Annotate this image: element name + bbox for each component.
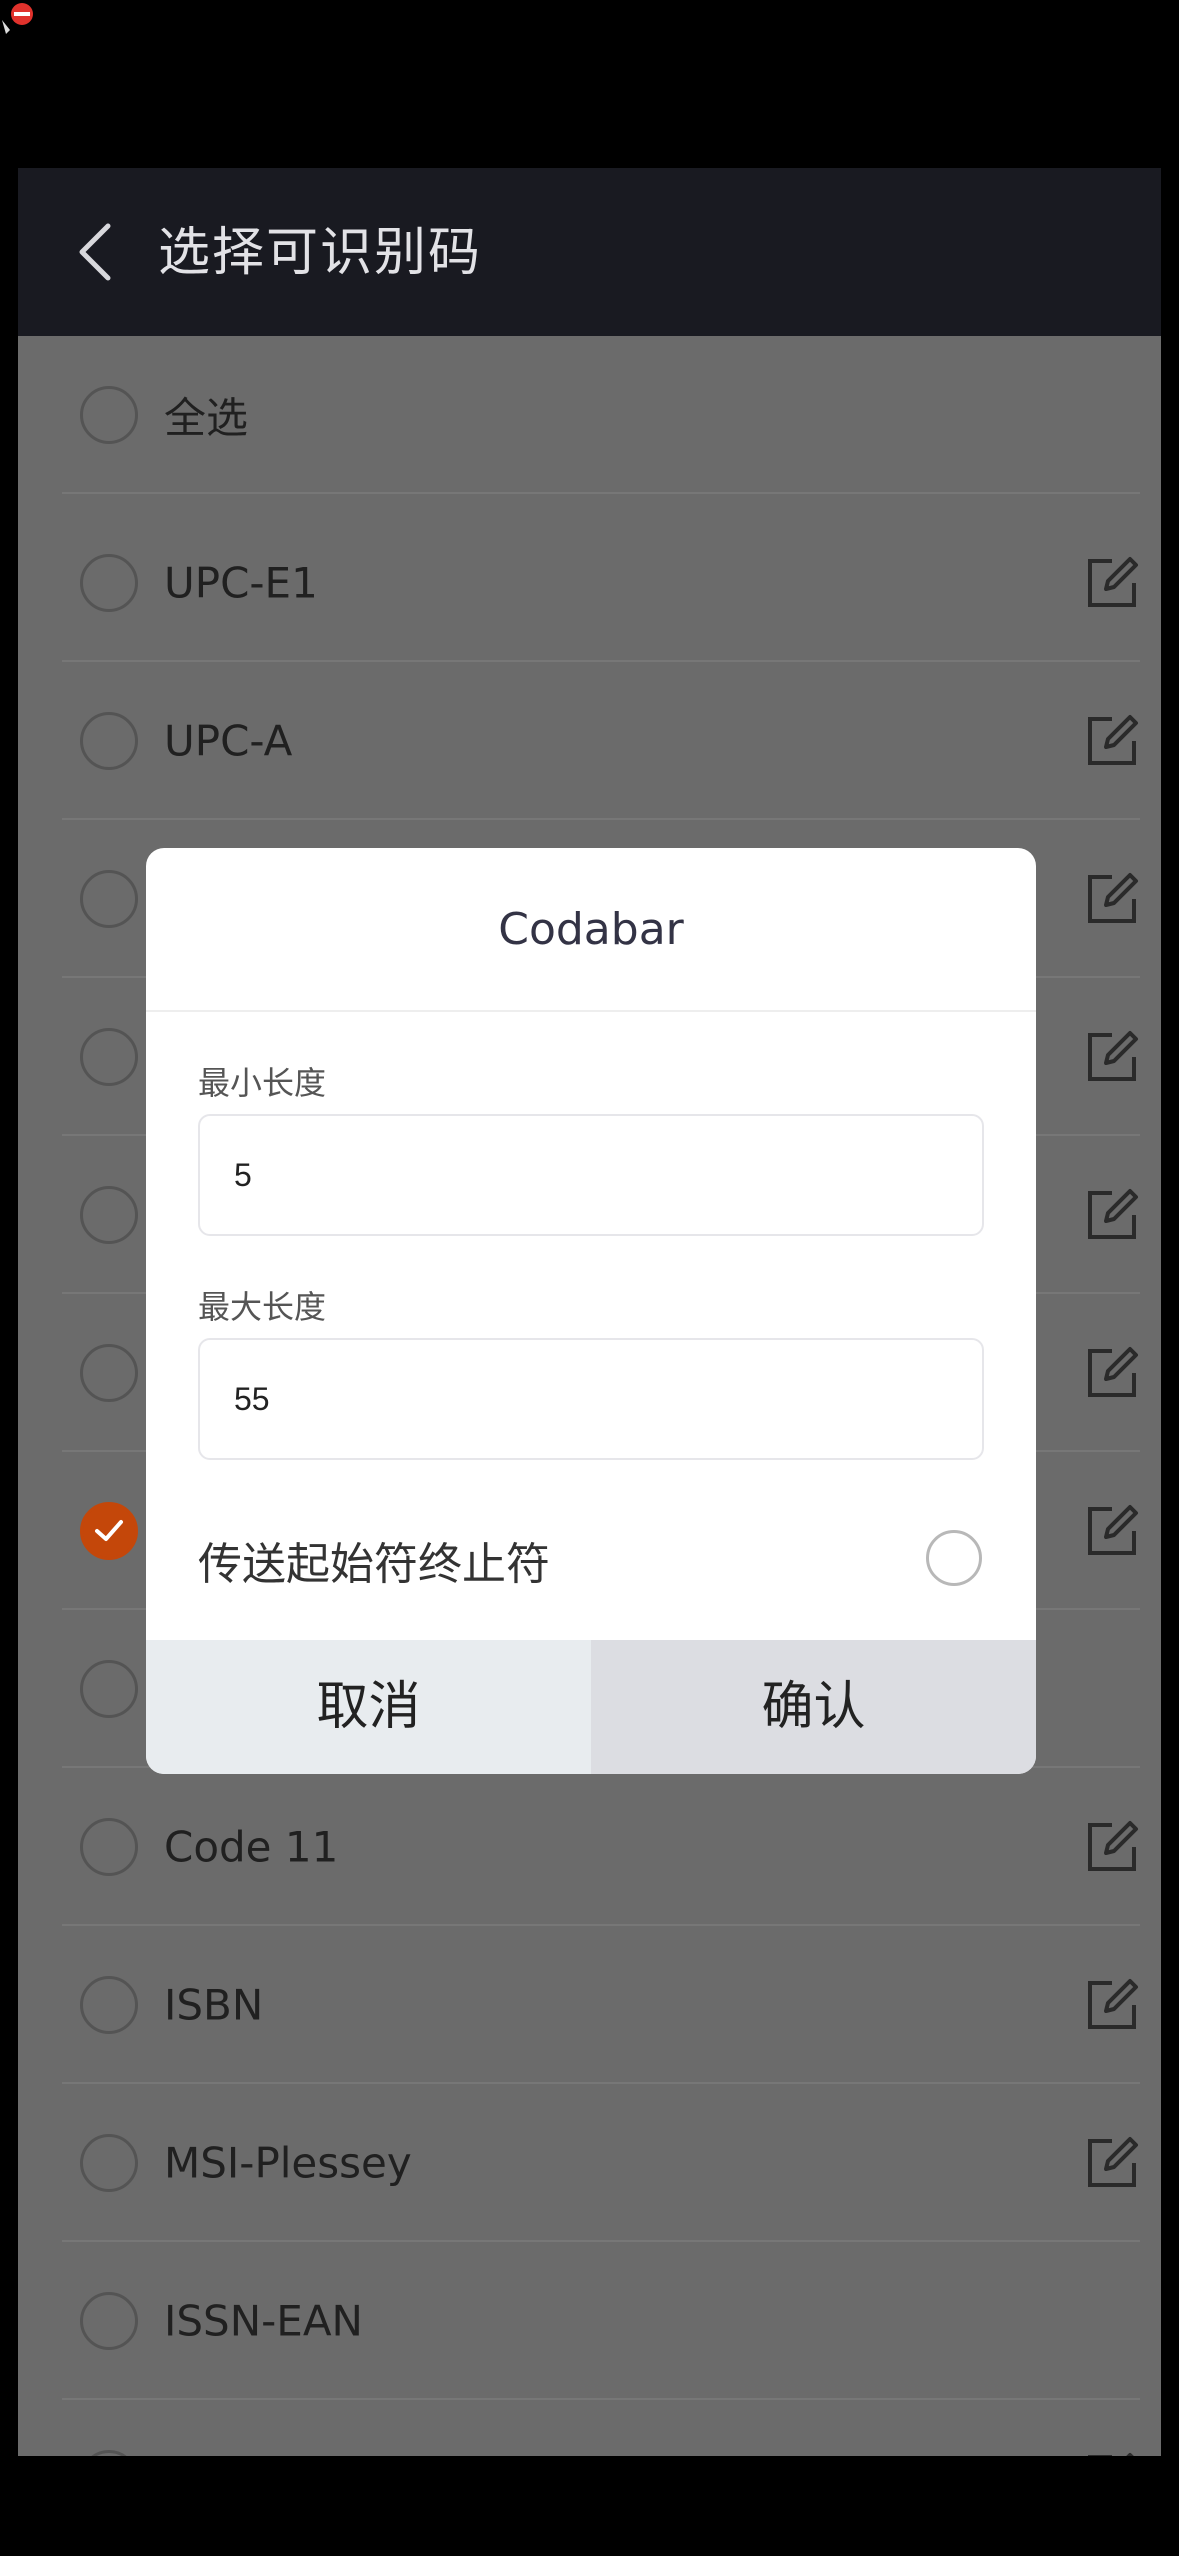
list-item-select-all[interactable]: 全选 bbox=[62, 336, 1140, 494]
list-item-msi-plessey[interactable]: MSI-Plessey bbox=[62, 2084, 1140, 2242]
radio-button[interactable] bbox=[80, 2134, 138, 2192]
edit-icon[interactable] bbox=[1084, 1345, 1140, 1401]
confirm-button[interactable]: 确认 bbox=[591, 1640, 1036, 1774]
list-item-label: ISBN bbox=[164, 1980, 264, 2030]
list-item-isbn[interactable]: ISBN bbox=[62, 1926, 1140, 2084]
radio-button[interactable] bbox=[80, 1660, 138, 1718]
radio-button[interactable] bbox=[80, 2292, 138, 2350]
edit-icon[interactable] bbox=[1084, 2135, 1140, 2191]
divider bbox=[146, 1010, 1036, 1012]
edit-icon[interactable] bbox=[1084, 713, 1140, 769]
edit-icon[interactable] bbox=[1084, 555, 1140, 611]
radio-button[interactable] bbox=[80, 1028, 138, 1086]
transmit-start-stop-label: 传送起始符终止符 bbox=[198, 1539, 550, 1590]
edit-icon[interactable] bbox=[1084, 1819, 1140, 1875]
no-entry-icon bbox=[2, 3, 33, 34]
max-length-label: 最大长度 bbox=[198, 1288, 327, 1326]
radio-button[interactable] bbox=[80, 386, 138, 444]
radio-button[interactable] bbox=[80, 1344, 138, 1402]
edit-icon[interactable] bbox=[1084, 1503, 1140, 1559]
list-item-issn-ean[interactable]: ISSN-EAN bbox=[62, 2242, 1140, 2400]
radio-button[interactable] bbox=[80, 712, 138, 770]
list-item-label: UPC-E1 bbox=[164, 558, 318, 608]
page-title: 选择可识别码 bbox=[158, 223, 483, 283]
list-item-label: 全选 bbox=[164, 393, 249, 443]
edit-icon[interactable] bbox=[1084, 1187, 1140, 1243]
radio-button[interactable] bbox=[80, 1818, 138, 1876]
codabar-dialog: Codabar 最小长度 最大长度 传送起始符终止符 取消 确认 bbox=[146, 848, 1036, 1774]
navigation-bar bbox=[0, 2456, 1179, 2556]
min-length-input[interactable] bbox=[198, 1114, 984, 1236]
list-item-label: UPC-A bbox=[164, 716, 293, 766]
check-icon bbox=[95, 1520, 123, 1541]
dialog-title: Codabar bbox=[498, 904, 684, 955]
edit-icon[interactable] bbox=[1084, 1029, 1140, 1085]
chevron-left-icon bbox=[79, 223, 111, 281]
list-item-label: MSI-Plessey bbox=[164, 2138, 412, 2188]
app-header: 选择可识别码 bbox=[18, 168, 1161, 336]
list-item[interactable] bbox=[62, 2400, 1140, 2456]
list-item-label: Code 11 bbox=[164, 1822, 339, 1872]
transmit-start-stop-radio[interactable] bbox=[926, 1530, 982, 1586]
edit-icon[interactable] bbox=[1084, 1977, 1140, 2033]
cancel-button[interactable]: 取消 bbox=[146, 1640, 591, 1774]
divider bbox=[62, 492, 1140, 494]
radio-button[interactable] bbox=[80, 1976, 138, 2034]
radio-button-checked[interactable] bbox=[80, 1502, 138, 1560]
radio-button[interactable] bbox=[80, 870, 138, 928]
list-item-upc-a[interactable]: UPC-A bbox=[62, 662, 1140, 820]
back-button[interactable] bbox=[58, 212, 138, 292]
edit-icon[interactable] bbox=[1084, 871, 1140, 927]
max-length-input[interactable] bbox=[198, 1338, 984, 1460]
list-item-label: ISSN-EAN bbox=[164, 2296, 363, 2346]
list-item-upc-e1[interactable]: UPC-E1 bbox=[62, 504, 1140, 662]
status-bar bbox=[0, 0, 1179, 168]
list-item-code-11[interactable]: Code 11 bbox=[62, 1768, 1140, 1926]
radio-button[interactable] bbox=[80, 1186, 138, 1244]
min-length-label: 最小长度 bbox=[198, 1064, 327, 1102]
radio-button[interactable] bbox=[80, 554, 138, 612]
